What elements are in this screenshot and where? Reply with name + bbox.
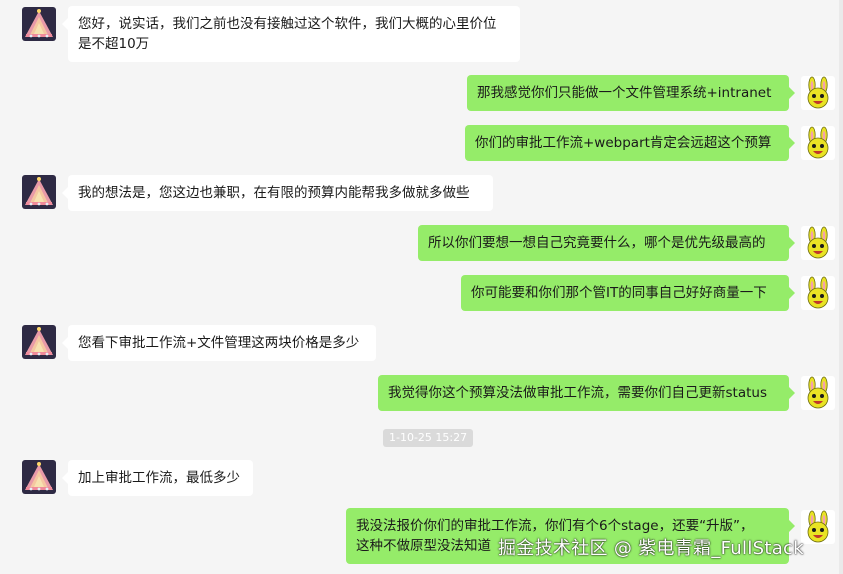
timestamp: 1-10-25 15:27 xyxy=(383,429,474,447)
message-bubble-outgoing: 那我感觉你们只能做一个文件管理系统+intranet xyxy=(467,75,795,111)
contact-avatar[interactable] xyxy=(22,460,56,494)
message-bubble-incoming: 我的想法是，您这边也兼职，在有限的预算内能帮我多做就多做些 xyxy=(62,175,493,211)
message-bubble-incoming: 您看下审批工作流+文件管理这两块价格是多少 xyxy=(62,325,376,361)
self-avatar[interactable] xyxy=(801,126,835,160)
self-avatar[interactable] xyxy=(801,226,835,260)
message-bubble-outgoing: 你们的审批工作流+webpart肯定会远超这个预算 xyxy=(465,125,795,161)
message-bubble-outgoing: 所以你们要想一想自己究竟要什么，哪个是优先级最高的 xyxy=(418,225,795,261)
self-avatar[interactable] xyxy=(801,276,835,310)
contact-avatar[interactable] xyxy=(22,325,56,359)
contact-avatar[interactable] xyxy=(22,7,56,41)
self-avatar[interactable] xyxy=(801,510,835,544)
message-bubble-outgoing: 你可能要和你们那个管IT的同事自己好好商量一下 xyxy=(461,275,795,311)
self-avatar[interactable] xyxy=(801,376,835,410)
watermark: 掘金技术社区 @ 紫电青霜_FullStack xyxy=(498,538,804,559)
self-avatar[interactable] xyxy=(801,76,835,110)
message-bubble-incoming: 加上审批工作流，最低多少 xyxy=(62,460,253,496)
contact-avatar[interactable] xyxy=(22,175,56,209)
message-bubble-incoming: 您好，说实话，我们之前也没有接触过这个软件，我们大概的心里价位 是不超10万 xyxy=(62,6,520,62)
scrollbar-track[interactable] xyxy=(839,0,843,574)
message-bubble-outgoing: 我觉得你这个预算没法做审批工作流，需要你们自己更新status xyxy=(378,375,795,411)
